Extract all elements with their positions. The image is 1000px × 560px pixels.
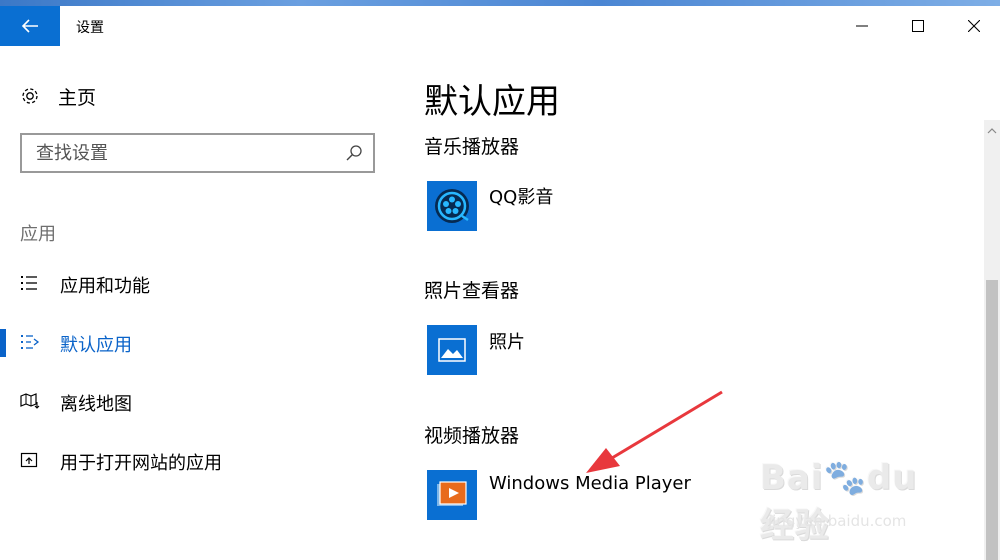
watermark-logo: Bai🐾du 经验 — [760, 458, 918, 546]
watermark-url: jingyan.baidu.com — [768, 512, 907, 530]
baidu-jingyan-watermark: Bai🐾du 经验 jingyan.baidu.com — [760, 452, 960, 546]
